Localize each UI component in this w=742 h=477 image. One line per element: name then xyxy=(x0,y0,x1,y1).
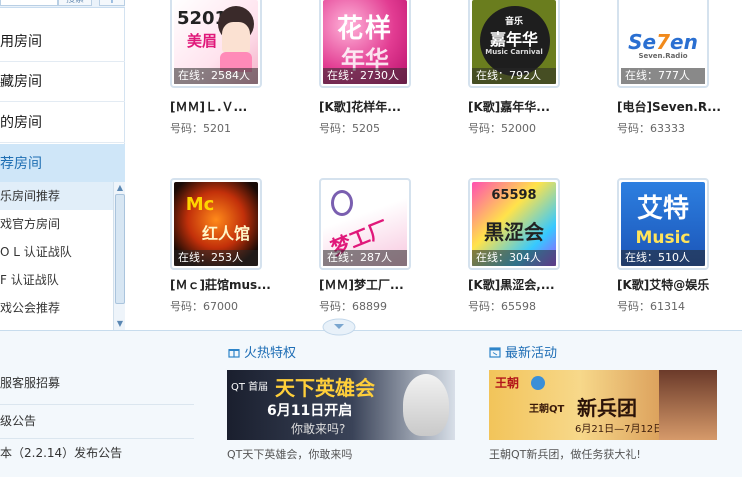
sub-item-cf-teams[interactable]: F 认证战队 xyxy=(0,266,113,294)
nav-item-favorite-rooms[interactable]: 藏房间 xyxy=(0,62,125,102)
latest-events-title[interactable]: 最新活动 xyxy=(489,342,557,361)
sub-list-scrollbar[interactable]: ▲ ▼ xyxy=(113,182,125,330)
left-sidebar: 搜索 + 用房间 藏房间 的房间 荐房间 乐房间推荐 戏官方房间 O L 认证战… xyxy=(0,0,125,330)
bottom-panel: 服客服招募 级公告 本（2.2.14）发布公告 火热特权 QT 首届 天下英雄会… xyxy=(0,330,742,477)
room-name[interactable]: [K歌]花样年... xyxy=(319,98,469,115)
room-thumbnail[interactable]: 5201 美眉 在线：2584人 xyxy=(170,0,262,88)
nav-item-my-rooms[interactable]: 的房间 xyxy=(0,103,125,143)
scrollbar-thumb[interactable] xyxy=(115,194,125,304)
search-button[interactable]: 搜索 xyxy=(58,0,92,6)
room-name[interactable]: [K歌]黒涩会,... xyxy=(468,276,618,293)
room-thumbnail[interactable]: 65598 黒涩会 在线：304人 xyxy=(468,178,560,270)
scroll-down-icon[interactable]: ▼ xyxy=(115,319,125,329)
link-customer-service-recruit[interactable]: 服客服招募 xyxy=(0,365,60,401)
collapse-panel-button[interactable] xyxy=(322,318,356,336)
room-name[interactable]: [电台]Seven.R... xyxy=(617,98,742,115)
room-code: 号码：5201 xyxy=(170,122,231,135)
hot-privileges-banner[interactable]: QT 首届 天下英雄会 6月11日开启 你敢来吗? xyxy=(227,370,455,440)
add-button[interactable]: + xyxy=(99,0,125,6)
sub-item-entertainment[interactable]: 乐房间推荐 xyxy=(0,182,113,210)
recommended-sub-list: 乐房间推荐 戏官方房间 O L 认证战队 F 认证战队 戏公会推荐 xyxy=(0,182,113,330)
online-count: 在线：304人 xyxy=(472,250,556,266)
room-thumbnail[interactable]: 艾特 Music 在线：510人 xyxy=(617,178,709,270)
link-upgrade-notice[interactable]: 级公告 xyxy=(0,403,36,439)
online-count: 在线：2730人 xyxy=(323,68,407,84)
hot-privileges-caption[interactable]: QT天下英雄会，你敢来吗 xyxy=(227,446,352,462)
search-input[interactable] xyxy=(0,0,58,6)
room-code: 号码：65598 xyxy=(468,300,536,313)
online-count: 在线：777人 xyxy=(621,68,705,84)
online-count: 在线：253人 xyxy=(174,250,258,266)
room-thumbnail[interactable]: 梦工厂 在线：287人 xyxy=(319,178,411,270)
room-thumbnail[interactable]: Mc 红人馆 在线：253人 xyxy=(170,178,262,270)
calendar-icon xyxy=(489,346,501,358)
scroll-up-icon[interactable]: ▲ xyxy=(115,183,125,193)
room-name[interactable]: [ＭＭ]梦工厂... xyxy=(319,276,469,293)
nav-item-common-rooms[interactable]: 用房间 xyxy=(0,22,125,62)
room-code: 号码：5205 xyxy=(319,122,380,135)
nav-item-recommended-rooms[interactable]: 荐房间 xyxy=(0,144,125,184)
room-code: 号码：61314 xyxy=(617,300,685,313)
hot-privileges-title[interactable]: 火热特权 xyxy=(228,342,296,361)
online-count: 在线：2584人 xyxy=(174,68,258,84)
latest-events-banner[interactable]: 王朝 王朝QT 新兵团 6月21日—7月12日 xyxy=(489,370,717,440)
search-bar: 搜索 + xyxy=(0,0,125,8)
link-release-notice[interactable]: 本（2.2.14）发布公告 xyxy=(0,435,122,471)
latest-events-caption[interactable]: 王朝QT新兵团，做任务获大礼! xyxy=(489,446,641,462)
online-count: 在线：287人 xyxy=(323,250,407,266)
online-count: 在线：792人 xyxy=(472,68,556,84)
room-code: 号码：68899 xyxy=(319,300,387,313)
room-code: 号码：63333 xyxy=(617,122,685,135)
chevron-down-icon xyxy=(322,318,356,336)
room-name[interactable]: [ＭＭ]Ｌ.Ｖ... xyxy=(170,98,320,115)
room-name[interactable]: [Ｍｃ]莊馆mus... xyxy=(170,276,320,293)
room-code: 号码：67000 xyxy=(170,300,238,313)
room-name[interactable]: [K歌]嘉年华... xyxy=(468,98,618,115)
sub-item-official[interactable]: 戏官方房间 xyxy=(0,210,113,238)
room-code: 号码：52000 xyxy=(468,122,536,135)
room-thumbnail[interactable]: Se7en Seven.Radio 在线：777人 xyxy=(617,0,709,88)
gift-icon xyxy=(228,346,240,358)
online-count: 在线：510人 xyxy=(621,250,705,266)
room-name[interactable]: [K歌]艾特@娱乐 xyxy=(617,276,742,293)
room-thumbnail[interactable]: 音乐 嘉年华 Music Carnival 在线：792人 xyxy=(468,0,560,88)
sub-item-lol-teams[interactable]: O L 认证战队 xyxy=(0,238,113,266)
room-thumbnail[interactable]: 花样 年华 在线：2730人 xyxy=(319,0,411,88)
sub-item-guilds[interactable]: 戏公会推荐 xyxy=(0,294,113,322)
